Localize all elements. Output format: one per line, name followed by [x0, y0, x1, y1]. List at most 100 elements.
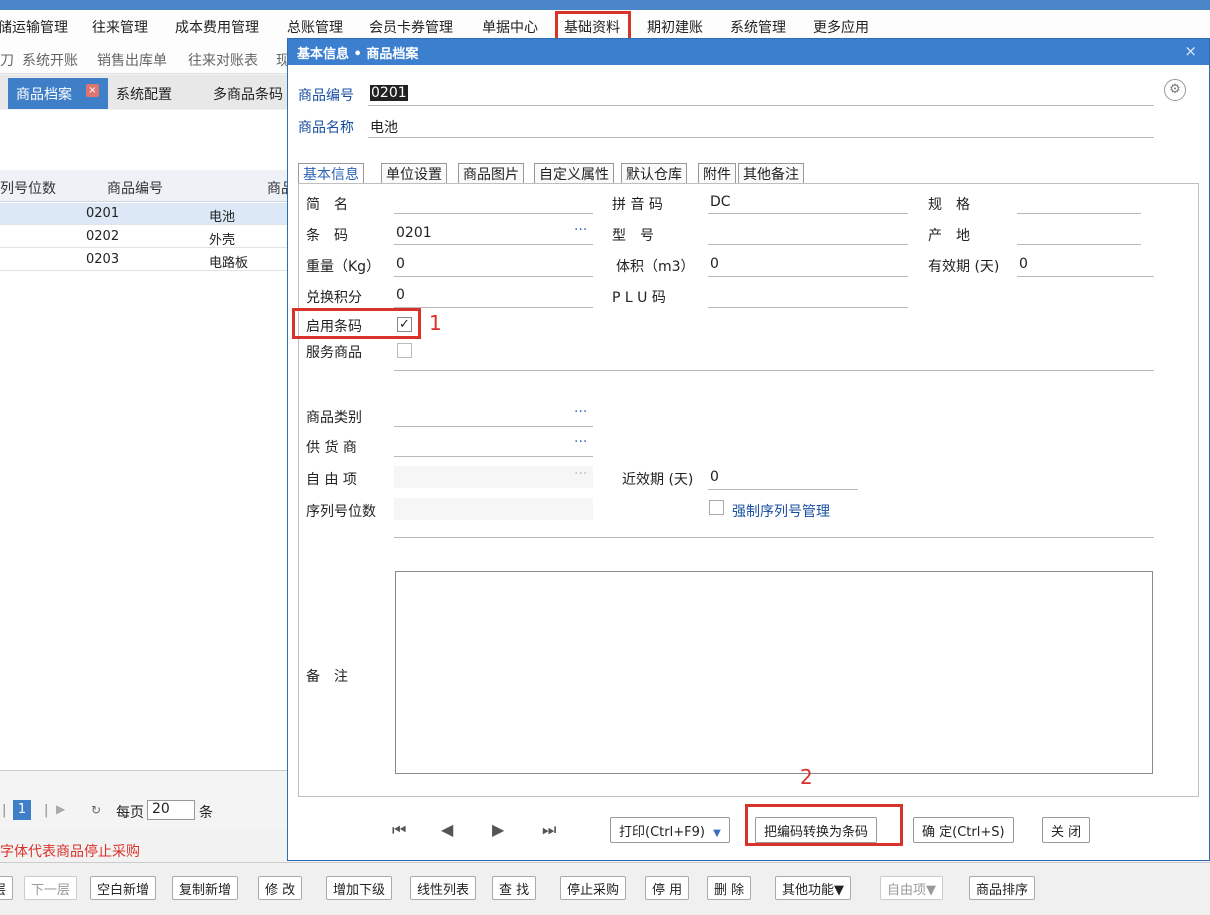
- plu-label: P L U 码: [612, 290, 666, 306]
- field-underline: [708, 276, 908, 277]
- disable-button[interactable]: 停 用: [645, 876, 690, 900]
- points-input[interactable]: 0: [396, 287, 405, 303]
- force-serial-label[interactable]: 强制序列号管理: [732, 501, 830, 521]
- close-icon[interactable]: ×: [1184, 42, 1197, 60]
- row-name: 电路板: [209, 256, 249, 271]
- next-level-button[interactable]: 下一层: [24, 876, 78, 900]
- column-header-code[interactable]: 商品编号: [107, 178, 163, 198]
- menu-item-more[interactable]: 更多应用: [813, 17, 869, 37]
- goods-name-input[interactable]: 电池: [370, 117, 398, 137]
- copy-add-button[interactable]: 复制新增: [172, 876, 239, 900]
- goods-sort-button[interactable]: 商品排序: [969, 876, 1036, 900]
- print-button[interactable]: 打印(Ctrl+F9) ▼: [610, 817, 730, 843]
- field-underline: [708, 489, 858, 490]
- settings-gear-icon[interactable]: ⚙: [1164, 79, 1186, 101]
- goods-code-label: 商品编号: [298, 88, 354, 104]
- field-underline: [708, 244, 908, 245]
- row-code: 0201: [86, 206, 120, 221]
- first-record-icon[interactable]: ⏮: [392, 820, 406, 840]
- field-underline: [1017, 244, 1141, 245]
- free-item-input[interactable]: [394, 466, 593, 488]
- supplier-lookup-button[interactable]: ···: [574, 434, 587, 450]
- row-name: 电池: [209, 210, 236, 225]
- next-page-icon[interactable]: ▶: [56, 802, 65, 816]
- barcode-label: 条 码: [306, 228, 348, 244]
- tab-basic-info[interactable]: 基本信息: [298, 163, 364, 184]
- quick-item-sales-out[interactable]: 销售出库单: [97, 50, 167, 70]
- next-record-icon[interactable]: ▶: [492, 820, 504, 839]
- tab-custom-attributes[interactable]: 自定义属性: [534, 163, 614, 184]
- tab-goods-archive[interactable]: 商品档案: [16, 84, 72, 104]
- previous-record-icon[interactable]: ◀: [441, 820, 453, 839]
- tab-system-config[interactable]: 系统配置: [116, 84, 172, 104]
- remark-label: 备 注: [306, 669, 348, 685]
- short-name-label: 简 名: [306, 197, 348, 213]
- annotation-1: 1: [429, 311, 442, 335]
- goods-name-label: 商品名称: [298, 120, 354, 136]
- close-button[interactable]: 关 闭: [1042, 817, 1091, 843]
- linear-list-button[interactable]: 线性列表: [410, 876, 477, 900]
- near-expiry-input[interactable]: 0: [710, 469, 719, 485]
- remark-textarea[interactable]: [395, 571, 1153, 774]
- dialog-title: 基本信息 • 商品档案: [297, 47, 419, 62]
- field-underline: [394, 244, 593, 245]
- serial-digits-input[interactable]: [394, 498, 593, 520]
- delete-button[interactable]: 删 除: [707, 876, 752, 900]
- ok-button[interactable]: 确 定(Ctrl+S): [913, 817, 1014, 843]
- tab-unit-settings[interactable]: 单位设置: [381, 163, 447, 184]
- section-divider: [394, 537, 1154, 538]
- tab-goods-image[interactable]: 商品图片: [458, 163, 524, 184]
- category-lookup-button[interactable]: ···: [574, 404, 587, 420]
- table-row[interactable]: [0, 226, 290, 248]
- other-functions-button[interactable]: 其他功能▼: [775, 876, 851, 900]
- free-item-lookup-button[interactable]: ···: [574, 466, 587, 482]
- tab-multi-barcode[interactable]: 多商品条码: [213, 84, 283, 104]
- menu-item-system[interactable]: 系统管理: [730, 17, 786, 37]
- stop-purchase-button[interactable]: 停止采购: [560, 876, 627, 900]
- blank-add-button[interactable]: 空白新增: [90, 876, 157, 900]
- menu-item-documents[interactable]: 单据中心: [482, 17, 538, 37]
- near-expiry-label: 近效期 (天): [622, 472, 694, 488]
- dropdown-arrow-icon: ▼: [713, 828, 721, 839]
- top-color-bar: [0, 0, 1210, 10]
- quick-item[interactable]: 刀: [0, 50, 14, 70]
- refresh-icon[interactable]: ↻: [91, 803, 101, 817]
- current-page-button[interactable]: 1: [13, 800, 31, 820]
- field-underline: [394, 456, 593, 457]
- add-sub-button[interactable]: 增加下级: [326, 876, 393, 900]
- pinyin-input[interactable]: DC: [710, 194, 731, 210]
- volume-input[interactable]: 0: [710, 256, 719, 272]
- quick-item-open-account[interactable]: 系统开账: [22, 50, 78, 70]
- menu-item-cost[interactable]: 成本费用管理: [175, 17, 259, 37]
- per-page-input[interactable]: 20: [147, 800, 195, 820]
- points-label: 兑换积分: [306, 290, 362, 306]
- menu-item-accounts[interactable]: 往来管理: [92, 17, 148, 37]
- menu-item-ledger[interactable]: 总账管理: [287, 17, 343, 37]
- column-header-serial[interactable]: 列号位数: [0, 178, 56, 198]
- serial-digits-label: 序列号位数: [306, 504, 376, 520]
- field-underline: [394, 213, 593, 214]
- close-tab-icon[interactable]: ×: [86, 84, 99, 97]
- find-button[interactable]: 查 找: [492, 876, 537, 900]
- quick-item-reconcile[interactable]: 往来对账表: [188, 50, 258, 70]
- goods-code-input[interactable]: 0201: [370, 85, 408, 101]
- tab-other-notes[interactable]: 其他备注: [738, 163, 804, 184]
- edit-button[interactable]: 修 改: [258, 876, 303, 900]
- up-level-button[interactable]: 层: [0, 876, 14, 900]
- force-serial-checkbox[interactable]: [709, 500, 724, 515]
- tab-attachments[interactable]: 附件: [698, 163, 736, 184]
- service-goods-checkbox[interactable]: [397, 343, 412, 358]
- menu-item-member[interactable]: 会员卡券管理: [369, 17, 453, 37]
- weight-input[interactable]: 0: [396, 256, 405, 272]
- menu-item-opening[interactable]: 期初建账: [647, 17, 703, 37]
- menu-item-storage[interactable]: 储运输管理: [0, 17, 68, 37]
- barcode-input[interactable]: 0201: [396, 225, 432, 241]
- free-item-button[interactable]: 自由项▼: [880, 876, 943, 900]
- highlight-enable-barcode: [292, 308, 421, 339]
- field-underline: [394, 307, 593, 308]
- last-record-icon[interactable]: ⏭: [542, 820, 556, 840]
- tab-default-warehouse[interactable]: 默认仓库: [621, 163, 687, 184]
- validity-input[interactable]: 0: [1019, 256, 1028, 272]
- barcode-lookup-button[interactable]: ···: [574, 222, 587, 238]
- table-row[interactable]: [0, 203, 290, 225]
